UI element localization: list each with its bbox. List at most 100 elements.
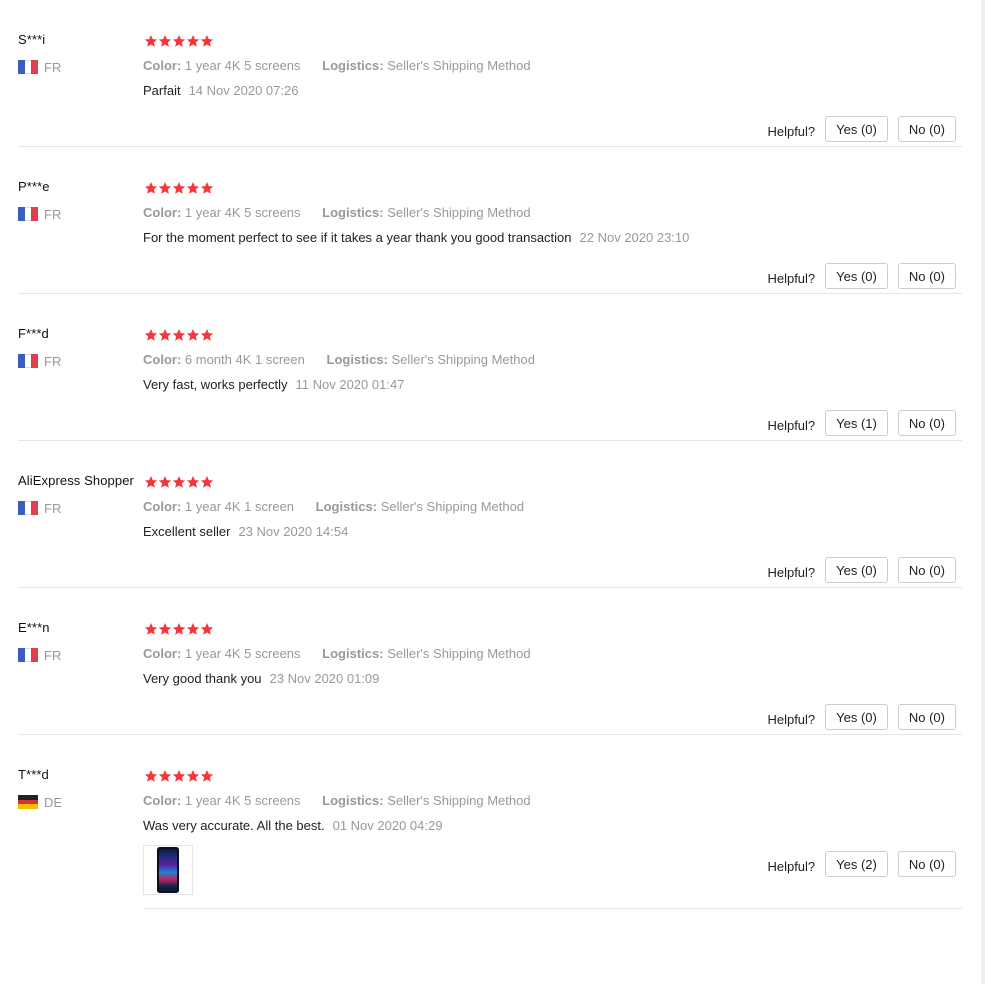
- logistics-value: Seller's Shipping Method: [387, 793, 531, 808]
- star-icon: [200, 34, 214, 48]
- country-code: FR: [44, 500, 62, 516]
- color-value: 1 year 4K 5 screens: [184, 793, 301, 808]
- logistics-value: Seller's Shipping Method: [391, 352, 535, 367]
- review-text: For the moment perfect to see if it take…: [143, 230, 572, 245]
- helpful-yes-button[interactable]: Yes (0): [825, 557, 888, 583]
- france-flag-icon: [18, 60, 39, 74]
- helpful-yes-button[interactable]: Yes (0): [825, 704, 888, 730]
- star-icon: [186, 34, 200, 48]
- color-value: 1 year 4K 1 screen: [184, 499, 295, 514]
- review-content: Excellent seller 23 Nov 2020 14:54: [143, 524, 348, 539]
- review-date: 14 Nov 2020 07:26: [188, 83, 299, 98]
- reviewer-name: AliExpress Shopper: [18, 473, 134, 488]
- france-flag-icon: [18, 354, 39, 368]
- color-value: 1 year 4K 5 screens: [184, 646, 301, 661]
- star-icon: [144, 181, 158, 195]
- logistics-value: Seller's Shipping Method: [387, 646, 531, 661]
- review-date: 01 Nov 2020 04:29: [332, 818, 443, 833]
- star-icon: [186, 181, 200, 195]
- color-value: 1 year 4K 5 screens: [184, 58, 301, 73]
- helpful-label: Helpful?: [767, 123, 816, 139]
- star-icon: [144, 34, 158, 48]
- review-date: 11 Nov 2020 01:47: [295, 377, 405, 392]
- helpful-yes-button[interactable]: Yes (0): [825, 263, 888, 289]
- star-icon: [172, 181, 186, 195]
- helpful-yes-button[interactable]: Yes (0): [825, 116, 888, 142]
- review-text: Parfait: [143, 83, 181, 98]
- star-icon: [200, 181, 214, 195]
- review-item: S***i FR Color: 1 year 4K 5 screens Logi…: [0, 0, 962, 147]
- logistics-label: Logistics:: [322, 646, 384, 661]
- star-rating: [144, 769, 214, 785]
- reviewer-country: FR: [18, 352, 61, 370]
- country-code: FR: [44, 206, 62, 222]
- reviewer-country: DE: [18, 793, 62, 811]
- logistics-value: Seller's Shipping Method: [387, 205, 531, 220]
- star-rating: [144, 328, 214, 344]
- review-content: Very fast, works perfectly 11 Nov 2020 01…: [143, 377, 404, 392]
- helpful-no-button[interactable]: No (0): [897, 557, 956, 583]
- color-label: Color:: [143, 205, 182, 220]
- country-code: FR: [44, 353, 62, 369]
- star-icon: [200, 622, 214, 636]
- star-icon: [186, 328, 200, 342]
- star-icon: [172, 34, 186, 48]
- star-icon: [186, 769, 200, 783]
- star-rating: [144, 475, 214, 491]
- review-photo-thumbnail[interactable]: [143, 845, 193, 895]
- reviewer-name: T***d: [18, 767, 49, 782]
- review-content: For the moment perfect to see if it take…: [143, 230, 689, 245]
- product-photo-image: [157, 847, 179, 893]
- helpful-controls: Helpful? Yes (0) No (0): [767, 263, 956, 289]
- star-icon: [186, 622, 200, 636]
- review-date: 23 Nov 2020 14:54: [238, 524, 349, 539]
- star-rating: [144, 181, 214, 197]
- helpful-no-button[interactable]: No (0): [897, 263, 956, 289]
- star-icon: [144, 475, 158, 489]
- germany-flag-icon: [18, 795, 38, 810]
- star-icon: [158, 181, 172, 195]
- country-code: FR: [44, 647, 62, 663]
- helpful-no-button[interactable]: No (0): [897, 116, 956, 142]
- reviewer-name: E***n: [18, 620, 50, 635]
- color-label: Color:: [143, 58, 182, 73]
- review-attributes: Color: 6 month 4K 1 screen Logistics: Se…: [143, 352, 535, 367]
- star-icon: [144, 328, 158, 342]
- country-code: FR: [44, 59, 62, 75]
- star-icon: [158, 34, 172, 48]
- star-icon: [200, 769, 214, 783]
- review-text: Was very accurate. All the best.: [143, 818, 325, 833]
- review-item: P***e FR Color: 1 year 4K 5 screens Logi…: [0, 147, 962, 294]
- star-icon: [158, 769, 172, 783]
- star-icon: [200, 475, 214, 489]
- logistics-value: Seller's Shipping Method: [380, 499, 525, 514]
- review-date: 22 Nov 2020 23:10: [579, 230, 690, 245]
- helpful-no-button[interactable]: No (0): [897, 851, 956, 877]
- scrollbar-track[interactable]: [981, 0, 985, 984]
- france-flag-icon: [18, 501, 39, 515]
- reviewer-country: FR: [18, 205, 61, 223]
- review-content: Parfait 14 Nov 2020 07:26: [143, 83, 298, 98]
- helpful-controls: Helpful? Yes (1) No (0): [767, 410, 956, 436]
- logistics-value: Seller's Shipping Method: [387, 58, 531, 73]
- reviewer-name: S***i: [18, 32, 46, 47]
- review-text: Excellent seller: [143, 524, 231, 539]
- helpful-no-button[interactable]: No (0): [897, 704, 956, 730]
- helpful-label: Helpful?: [767, 270, 816, 286]
- star-icon: [172, 769, 186, 783]
- helpful-no-button[interactable]: No (0): [897, 410, 956, 436]
- review-attributes: Color: 1 year 4K 1 screen Logistics: Sel…: [143, 499, 524, 514]
- helpful-yes-button[interactable]: Yes (2): [825, 851, 888, 877]
- review-content: Was very accurate. All the best. 01 Nov 2…: [143, 818, 442, 833]
- star-icon: [158, 328, 172, 342]
- logistics-label: Logistics:: [322, 205, 384, 220]
- review-attributes: Color: 1 year 4K 5 screens Logistics: Se…: [143, 793, 531, 808]
- star-icon: [144, 622, 158, 636]
- reviewer-country: FR: [18, 499, 61, 517]
- helpful-yes-button[interactable]: Yes (1): [825, 410, 888, 436]
- review-date: 23 Nov 2020 01:09: [269, 671, 380, 686]
- review-item: AliExpress Shopper FR Color: 1 year 4K 1…: [0, 441, 962, 588]
- review-attributes: Color: 1 year 4K 5 screens Logistics: Se…: [143, 646, 531, 661]
- color-label: Color:: [143, 499, 182, 514]
- logistics-label: Logistics:: [322, 793, 384, 808]
